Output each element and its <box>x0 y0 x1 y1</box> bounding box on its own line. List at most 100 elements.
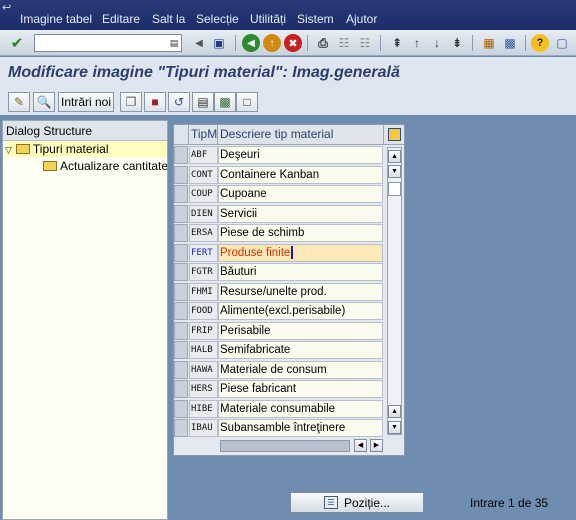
menu-salt-la[interactable]: Salt la <box>152 12 185 26</box>
row-selector[interactable] <box>174 302 188 320</box>
cell-tipm: IBAU <box>189 419 218 437</box>
cell-descriere[interactable]: Servicii <box>218 204 383 223</box>
row-selector[interactable] <box>174 204 188 223</box>
create-session-icon[interactable]: ▦ <box>480 34 498 52</box>
delete-icon[interactable]: ■ <box>144 92 166 112</box>
row-selector[interactable] <box>174 419 188 437</box>
command-history-icon[interactable]: ▤ <box>168 36 180 50</box>
scroll-down-icon[interactable]: ▼ <box>388 165 401 178</box>
last-page-icon[interactable]: ⇟ <box>448 34 466 52</box>
cell-descriere[interactable]: Deşeuri <box>218 146 383 164</box>
page-title: Modificare imagine "Tipuri material": Im… <box>8 64 400 81</box>
table-row[interactable]: CONT Containere Kanban <box>174 165 384 185</box>
select-block-icon[interactable]: ▩ <box>214 92 236 112</box>
scroll-right-icon[interactable]: ▶ <box>370 439 383 452</box>
table-row[interactable]: FOOD Alimente(excl.perisabile) <box>174 301 384 321</box>
row-selector[interactable] <box>174 282 188 301</box>
cell-tipm: HALB <box>189 341 218 359</box>
table-row[interactable]: HALB Semifabricate <box>174 340 384 360</box>
row-selector[interactable] <box>174 224 188 242</box>
cell-descriere[interactable]: Cupoane <box>218 185 383 203</box>
menu-imagine-tabel[interactable]: Imagine tabel <box>20 12 92 26</box>
scroll-thumb[interactable] <box>388 182 401 196</box>
column-header-descriere[interactable]: Descriere tip material <box>218 125 384 144</box>
tree-item-tipuri-material[interactable]: ▽ Tipuri material <box>5 141 167 157</box>
row-selector[interactable] <box>174 146 188 164</box>
display-change-icon[interactable]: ✎ <box>8 92 30 112</box>
command-field[interactable]: ▤ <box>34 34 182 52</box>
table-row[interactable]: ERSA Piese de schimb <box>174 223 384 243</box>
shortcut-icon[interactable]: ▩ <box>501 34 519 52</box>
row-selector[interactable] <box>174 360 188 379</box>
row-selector[interactable] <box>174 399 188 418</box>
tree-item-actualizare-cantitate[interactable]: Actualizare cantitate/v <box>43 158 167 174</box>
collapse-arrow-icon[interactable]: ◀ <box>190 34 208 52</box>
next-page-icon[interactable]: ↓ <box>428 34 446 52</box>
menu-utilitati[interactable]: Utilități <box>250 12 286 26</box>
table-row[interactable]: FRIP Perisabile <box>174 321 384 341</box>
table-row[interactable]: FGTR Băuturi <box>174 262 384 282</box>
vertical-scrollbar[interactable]: ▲ ▼ ▲ ▼ <box>387 147 402 435</box>
row-selector[interactable] <box>174 341 188 359</box>
cell-descriere[interactable]: Produse finite <box>218 243 383 262</box>
details-icon[interactable]: 🔍 <box>33 92 55 112</box>
previous-page-icon[interactable]: ↑ <box>408 34 426 52</box>
table-row[interactable]: HERS Piese fabricant <box>174 379 384 399</box>
table-row[interactable]: FERT Produse finite <box>174 243 384 263</box>
hscroll-track[interactable] <box>220 440 350 452</box>
cell-descriere[interactable]: Piese fabricant <box>218 380 383 398</box>
scroll-page-down-icon[interactable]: ▼ <box>388 421 401 434</box>
system-menu-icon[interactable]: ↩ <box>2 2 16 14</box>
menu-editare[interactable]: Editare <box>102 12 140 26</box>
help-icon[interactable]: ? <box>531 34 549 52</box>
cell-descriere[interactable]: Semifabricate <box>218 341 383 359</box>
first-page-icon[interactable]: ⇞ <box>388 34 406 52</box>
table-row[interactable]: IBAU Subansamble întreţinere <box>174 418 384 438</box>
cell-descriere[interactable]: Băuturi <box>218 263 383 281</box>
cell-descriere[interactable]: Perisabile <box>218 321 383 340</box>
row-selector[interactable] <box>174 243 188 262</box>
column-header-tipm[interactable]: TipM <box>189 125 218 144</box>
table-row[interactable]: DIEN Servicii <box>174 204 384 224</box>
deselect-all-icon[interactable]: □ <box>236 92 258 112</box>
new-entries-button[interactable]: Intrări noi <box>58 92 114 112</box>
menu-sistem[interactable]: Sistem <box>297 12 334 26</box>
tree-expand-icon[interactable]: ▽ <box>5 145 12 155</box>
cell-descriere[interactable]: Materiale de consum <box>218 360 383 379</box>
table-row[interactable]: FHMI Resurse/unelte prod. <box>174 282 384 302</box>
row-selector[interactable] <box>174 263 188 281</box>
cell-descriere[interactable]: Resurse/unelte prod. <box>218 282 383 301</box>
table-row[interactable]: ABF Deşeuri <box>174 145 384 165</box>
undo-change-icon[interactable]: ↺ <box>168 92 190 112</box>
table-row[interactable]: HAWA Materiale de consum <box>174 360 384 380</box>
select-all-column[interactable] <box>174 125 189 144</box>
table-settings-icon[interactable] <box>387 125 404 144</box>
scroll-left-icon[interactable]: ◀ <box>354 439 367 452</box>
print-icon[interactable]: ⎙ <box>314 34 332 52</box>
select-all-icon[interactable]: ▤ <box>192 92 214 112</box>
cell-descriere[interactable]: Subansamble întreţinere <box>218 419 383 437</box>
cell-descriere[interactable]: Materiale consumabile <box>218 399 383 418</box>
row-selector[interactable] <box>174 165 188 184</box>
row-selector[interactable] <box>174 321 188 340</box>
exit-icon[interactable]: ↑ <box>263 34 281 52</box>
copy-as-icon[interactable]: ❐ <box>120 92 142 112</box>
cell-descriere[interactable]: Containere Kanban <box>218 165 383 184</box>
row-selector[interactable] <box>174 185 188 203</box>
scroll-up-icon[interactable]: ▲ <box>388 150 401 163</box>
menu-ajutor[interactable]: Ajutor <box>346 12 377 26</box>
position-button[interactable]: ☰ Poziție... <box>290 492 424 513</box>
scroll-page-up-icon[interactable]: ▲ <box>388 405 401 418</box>
table-row[interactable]: COUP Cupoane <box>174 184 384 204</box>
table-row[interactable]: HIBE Materiale consumabile <box>174 399 384 419</box>
enter-check-icon[interactable]: ✔ <box>8 34 26 52</box>
save-icon[interactable]: ▣ <box>210 34 228 52</box>
cell-descriere[interactable]: Piese de schimb <box>218 224 383 242</box>
cell-descriere[interactable]: Alimente(excl.perisabile) <box>218 302 383 320</box>
back-icon[interactable]: ◀ <box>242 34 260 52</box>
cancel-icon[interactable]: ✖ <box>284 34 302 52</box>
row-selector[interactable] <box>174 380 188 398</box>
horizontal-scrollbar[interactable]: ◀ ▶ <box>218 439 386 453</box>
customize-layout-icon[interactable]: ▢ <box>553 34 571 52</box>
menu-selectie[interactable]: Selecție <box>196 12 239 26</box>
